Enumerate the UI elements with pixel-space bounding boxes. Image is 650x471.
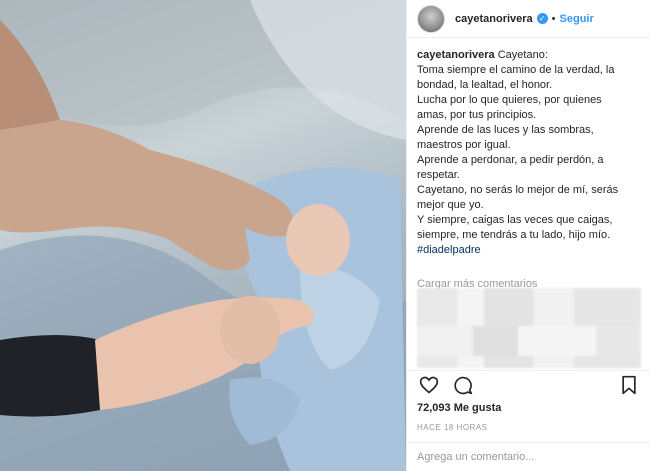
blurred-comments — [417, 288, 641, 368]
caption-line: Aprende de las luces y las sombras, — [417, 124, 594, 136]
caption-line: siempre, me tendrás a tu lado, hijo mío. — [417, 229, 611, 241]
post-sidebar: cayetanorivera ✓ • Seguir cayetanorivera… — [406, 0, 650, 471]
hashtag-link[interactable]: #diadelpadre — [417, 243, 639, 258]
caption-line: Aprende a perdonar, a pedir perdón, a — [417, 154, 604, 166]
caption-line: Toma siempre el camino de la verdad, la — [417, 64, 615, 76]
follow-button[interactable]: Seguir — [560, 13, 594, 25]
post-header: cayetanorivera ✓ • Seguir — [407, 0, 650, 38]
caption-line: maestros por igual. — [417, 139, 511, 151]
caption-line: Y siempre, caigas las veces que caigas, — [417, 214, 613, 226]
caption-line: Cayetano, no serás lo mejor de mí, serás — [417, 184, 619, 196]
caption-first-line: cayetanorivera Cayetano: — [417, 48, 639, 63]
post-caption: cayetanorivera Cayetano: Toma siempre el… — [417, 48, 639, 258]
caption-line: Cayetano: — [494, 49, 548, 61]
comment-bar — [407, 442, 650, 471]
post-photo — [0, 0, 406, 471]
bookmark-icon[interactable] — [617, 373, 641, 397]
comment-icon[interactable] — [451, 373, 475, 397]
action-bar — [407, 370, 650, 398]
verified-badge-icon: ✓ — [536, 13, 548, 24]
separator-dot: • — [551, 12, 556, 25]
caption-line: Lucha por lo que quieres, por quienes — [417, 94, 602, 106]
caption-line: bondad, la lealtad, el honor. — [417, 79, 553, 91]
caption-username[interactable]: cayetanorivera — [417, 49, 495, 61]
caption-line: mejor que yo. — [417, 199, 484, 211]
caption-line: respetar. — [417, 169, 460, 181]
caption-line: amas, por tus principios. — [417, 109, 537, 121]
avatar[interactable] — [417, 4, 445, 33]
comment-input[interactable] — [417, 451, 617, 463]
likes-count[interactable]: 72,093 Me gusta — [417, 402, 501, 414]
post-timestamp: HACE 18 HORAS — [417, 423, 488, 432]
photo-illustration — [0, 0, 406, 471]
heart-icon[interactable] — [417, 373, 441, 397]
header-username[interactable]: cayetanorivera — [455, 13, 533, 25]
